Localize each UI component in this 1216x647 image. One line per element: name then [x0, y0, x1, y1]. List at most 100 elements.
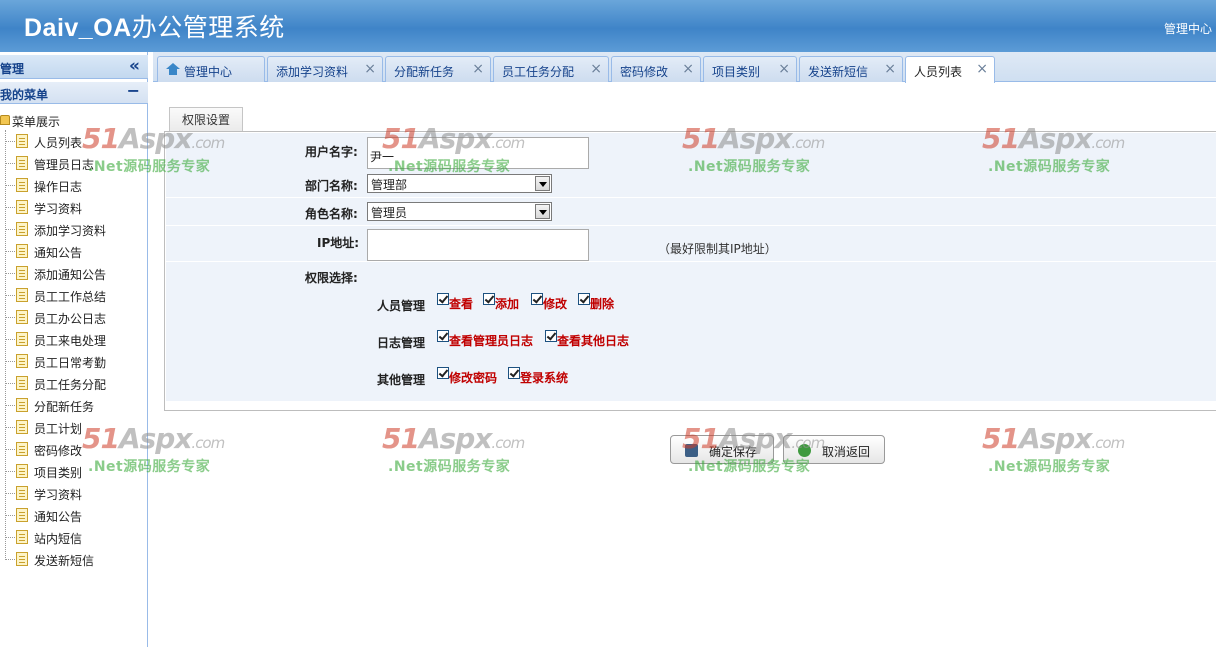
sidebar-item-label: 通知公告 — [34, 510, 83, 524]
collapse-menu-icon[interactable]: − — [127, 81, 140, 100]
tree-root-label: 菜单展示 — [12, 115, 61, 129]
username-field[interactable]: 尹一 — [367, 137, 589, 169]
ip-hint: （最好限制其IP地址） — [658, 242, 777, 256]
sidebar-item[interactable]: 操作日志 — [0, 174, 148, 196]
tree-branch — [5, 405, 15, 406]
sidebar-item[interactable]: 通知公告 — [0, 240, 148, 262]
document-icon — [16, 354, 28, 368]
department-select[interactable]: 管理部 — [367, 174, 552, 193]
tree-branch — [5, 537, 15, 538]
sidebar-item[interactable]: 员工计划 — [0, 416, 148, 438]
close-icon[interactable]: × — [884, 61, 896, 77]
close-icon[interactable]: × — [472, 61, 484, 77]
tab[interactable]: 添加学习资料 × — [267, 56, 383, 82]
ip-label: IP地址: — [317, 236, 360, 250]
row-divider — [166, 225, 1216, 226]
sidebar-item-label: 员工来电处理 — [34, 334, 107, 348]
tab-label: 项目类别 — [712, 65, 761, 79]
sidebar-item[interactable]: 人员列表 — [0, 130, 148, 152]
close-icon[interactable]: × — [976, 61, 988, 77]
sidebar-item[interactable]: 员工来电处理 — [0, 328, 148, 350]
tab[interactable]: 管理中心 — [157, 56, 265, 82]
ip-address-field[interactable] — [367, 229, 589, 261]
tab-permission-settings[interactable]: 权限设置 — [169, 107, 243, 132]
sidebar-item[interactable]: 员工办公日志 — [0, 306, 148, 328]
checkbox-checked-icon[interactable] — [531, 293, 543, 305]
checkbox-checked-icon[interactable] — [437, 330, 449, 342]
sidebar-item[interactable]: 添加学习资料 — [0, 218, 148, 240]
sidebar-item-label: 站内短信 — [34, 532, 83, 546]
tab-label: 管理中心 — [184, 65, 233, 79]
tab[interactable]: 项目类别 × — [703, 56, 797, 82]
sidebar-item[interactable]: 项目类别 — [0, 460, 148, 482]
permission-group-label: 日志管理 — [377, 336, 426, 350]
department-value: 管理部 — [371, 178, 408, 192]
document-icon — [16, 222, 28, 236]
checkbox-checked-icon[interactable] — [578, 293, 590, 305]
tree-branch — [5, 361, 15, 362]
checkbox-checked-icon[interactable] — [508, 367, 520, 379]
sidebar-item[interactable]: 站内短信 — [0, 526, 148, 548]
sidebar-item[interactable]: 发送新短信 — [0, 548, 148, 570]
document-icon — [16, 156, 28, 170]
role-select[interactable]: 管理员 — [367, 202, 552, 221]
app-title: Daiv_OA办公管理系统 — [24, 13, 285, 42]
role-value: 管理员 — [371, 206, 408, 220]
collapse-sidebar-icon[interactable]: « — [129, 56, 140, 76]
checkbox-checked-icon[interactable] — [437, 367, 449, 379]
close-icon[interactable]: × — [590, 61, 602, 77]
chevron-down-icon — [535, 176, 550, 191]
tab[interactable]: 分配新任务 × — [385, 56, 491, 82]
sidebar-item[interactable]: 学习资料 — [0, 196, 148, 218]
permission-group-label: 其他管理 — [377, 373, 426, 387]
tree-branch — [5, 471, 15, 472]
document-icon — [16, 200, 28, 214]
folder-open-icon — [0, 115, 10, 125]
tree-branch — [5, 559, 15, 560]
close-icon[interactable]: × — [364, 61, 376, 77]
cancel-button[interactable]: 取消返回 — [783, 435, 885, 464]
sidebar-item[interactable]: 通知公告 — [0, 504, 148, 526]
tab[interactable]: 员工任务分配 × — [493, 56, 609, 82]
save-button[interactable]: 确定保存 — [670, 435, 774, 464]
tab-label: 添加学习资料 — [276, 65, 349, 79]
close-icon[interactable]: × — [778, 61, 790, 77]
sidebar-item[interactable]: 分配新任务 — [0, 394, 148, 416]
document-icon — [16, 376, 28, 390]
tree-branch — [5, 493, 15, 494]
document-icon — [16, 442, 28, 456]
tab[interactable]: 发送新短信 × — [799, 56, 903, 82]
sidebar-item-label: 人员列表 — [34, 136, 83, 150]
save-icon — [685, 444, 698, 457]
document-icon — [16, 508, 28, 522]
sidebar-item[interactable]: 学习资料 — [0, 482, 148, 504]
tab-label: 人员列表 — [914, 65, 963, 79]
checkbox-checked-icon[interactable] — [545, 330, 557, 342]
tab[interactable]: 密码修改 × — [611, 56, 701, 82]
sidebar-item[interactable]: 员工任务分配 — [0, 372, 148, 394]
close-icon[interactable]: × — [682, 61, 694, 77]
document-icon — [16, 288, 28, 302]
sidebar-item[interactable]: 密码修改 — [0, 438, 148, 460]
sidebar-item[interactable]: 添加通知公告 — [0, 262, 148, 284]
checkbox-checked-icon[interactable] — [437, 293, 449, 305]
admin-center-link[interactable]: 管理中心 — [1164, 20, 1212, 37]
sidebar-item-label: 员工任务分配 — [34, 378, 107, 392]
sidebar: 管理 « 我的菜单 − 菜单展示 人员列表 管理员日志 操作日志 学习资料 添加学习资料… — [0, 52, 148, 647]
sidebar-item[interactable]: 员工日常考勤 — [0, 350, 148, 372]
sidebar-item-label: 员工计划 — [34, 422, 83, 436]
permission-label: 修改 — [543, 297, 568, 311]
username-label: 用户名字: — [305, 145, 358, 159]
sidebar-item-label: 学习资料 — [34, 202, 83, 216]
sidebar-header: 管理 « — [0, 55, 148, 79]
sidebar-item[interactable]: 员工工作总结 — [0, 284, 148, 306]
sidebar-item[interactable]: 管理员日志 — [0, 152, 148, 174]
sidebar-item-label: 密码修改 — [34, 444, 83, 458]
permission-form: 用户名字: 尹一 部门名称: 管理部 角色名称: 管理员 IP地址: （最好限制… — [166, 133, 1216, 401]
checkbox-checked-icon[interactable] — [483, 293, 495, 305]
tab[interactable]: 人员列表 × — [905, 56, 995, 83]
home-icon — [166, 63, 180, 75]
my-menu-header[interactable]: 我的菜单 − — [0, 81, 148, 104]
sidebar-title: 管理 — [0, 62, 25, 76]
tree-branch — [5, 383, 15, 384]
